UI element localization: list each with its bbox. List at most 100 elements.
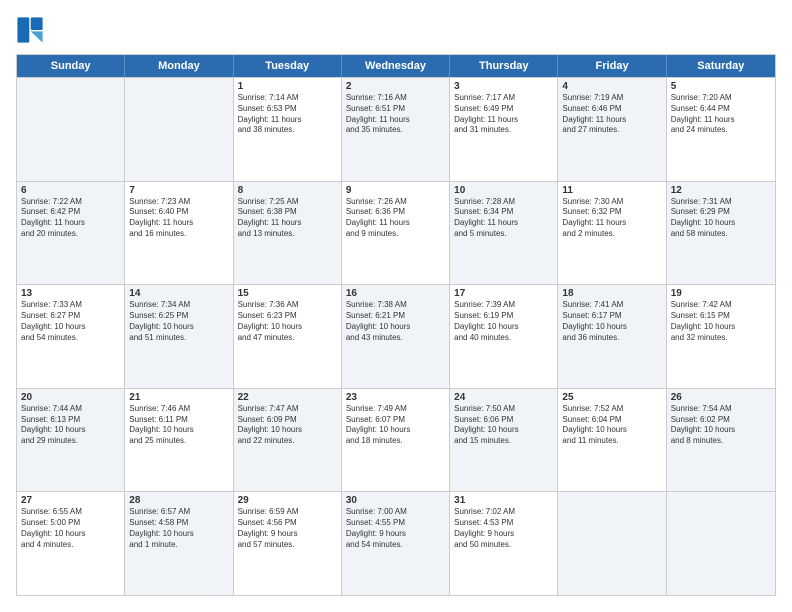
day-info: Sunrise: 7:50 AM Sunset: 6:06 PM Dayligh… — [454, 404, 553, 447]
day-info: Sunrise: 7:28 AM Sunset: 6:34 PM Dayligh… — [454, 197, 553, 240]
day-info: Sunrise: 7:44 AM Sunset: 6:13 PM Dayligh… — [21, 404, 120, 447]
cal-cell: 30Sunrise: 7:00 AM Sunset: 4:55 PM Dayli… — [342, 492, 450, 595]
calendar-week-3: 13Sunrise: 7:33 AM Sunset: 6:27 PM Dayli… — [17, 284, 775, 388]
header-day-thursday: Thursday — [450, 55, 558, 77]
day-number: 5 — [671, 81, 771, 92]
header-day-saturday: Saturday — [667, 55, 775, 77]
day-number: 6 — [21, 185, 120, 196]
day-info: Sunrise: 7:25 AM Sunset: 6:38 PM Dayligh… — [238, 197, 337, 240]
cal-cell: 2Sunrise: 7:16 AM Sunset: 6:51 PM Daylig… — [342, 78, 450, 181]
cal-cell: 19Sunrise: 7:42 AM Sunset: 6:15 PM Dayli… — [667, 285, 775, 388]
day-number: 4 — [562, 81, 661, 92]
cal-cell: 8Sunrise: 7:25 AM Sunset: 6:38 PM Daylig… — [234, 182, 342, 285]
day-number: 7 — [129, 185, 228, 196]
cal-cell — [17, 78, 125, 181]
day-number: 12 — [671, 185, 771, 196]
day-number: 11 — [562, 185, 661, 196]
day-info: Sunrise: 7:00 AM Sunset: 4:55 PM Dayligh… — [346, 507, 445, 550]
cal-cell: 24Sunrise: 7:50 AM Sunset: 6:06 PM Dayli… — [450, 389, 558, 492]
day-info: Sunrise: 7:47 AM Sunset: 6:09 PM Dayligh… — [238, 404, 337, 447]
day-info: Sunrise: 7:02 AM Sunset: 4:53 PM Dayligh… — [454, 507, 553, 550]
day-info: Sunrise: 7:49 AM Sunset: 6:07 PM Dayligh… — [346, 404, 445, 447]
cal-cell: 16Sunrise: 7:38 AM Sunset: 6:21 PM Dayli… — [342, 285, 450, 388]
day-info: Sunrise: 7:39 AM Sunset: 6:19 PM Dayligh… — [454, 300, 553, 343]
logo — [16, 16, 48, 44]
day-number: 10 — [454, 185, 553, 196]
day-info: Sunrise: 6:55 AM Sunset: 5:00 PM Dayligh… — [21, 507, 120, 550]
header-day-tuesday: Tuesday — [234, 55, 342, 77]
header — [16, 16, 776, 44]
cal-cell: 26Sunrise: 7:54 AM Sunset: 6:02 PM Dayli… — [667, 389, 775, 492]
cal-cell: 17Sunrise: 7:39 AM Sunset: 6:19 PM Dayli… — [450, 285, 558, 388]
day-info: Sunrise: 7:38 AM Sunset: 6:21 PM Dayligh… — [346, 300, 445, 343]
day-number: 31 — [454, 495, 553, 506]
day-number: 30 — [346, 495, 445, 506]
day-number: 24 — [454, 392, 553, 403]
day-info: Sunrise: 7:23 AM Sunset: 6:40 PM Dayligh… — [129, 197, 228, 240]
cal-cell: 11Sunrise: 7:30 AM Sunset: 6:32 PM Dayli… — [558, 182, 666, 285]
day-number: 22 — [238, 392, 337, 403]
cal-cell: 23Sunrise: 7:49 AM Sunset: 6:07 PM Dayli… — [342, 389, 450, 492]
day-info: Sunrise: 7:20 AM Sunset: 6:44 PM Dayligh… — [671, 93, 771, 136]
day-info: Sunrise: 6:57 AM Sunset: 4:58 PM Dayligh… — [129, 507, 228, 550]
cal-cell: 12Sunrise: 7:31 AM Sunset: 6:29 PM Dayli… — [667, 182, 775, 285]
cal-cell: 25Sunrise: 7:52 AM Sunset: 6:04 PM Dayli… — [558, 389, 666, 492]
calendar: SundayMondayTuesdayWednesdayThursdayFrid… — [16, 54, 776, 596]
day-number: 9 — [346, 185, 445, 196]
day-info: Sunrise: 7:31 AM Sunset: 6:29 PM Dayligh… — [671, 197, 771, 240]
cal-cell: 4Sunrise: 7:19 AM Sunset: 6:46 PM Daylig… — [558, 78, 666, 181]
day-info: Sunrise: 7:52 AM Sunset: 6:04 PM Dayligh… — [562, 404, 661, 447]
cal-cell: 28Sunrise: 6:57 AM Sunset: 4:58 PM Dayli… — [125, 492, 233, 595]
day-number: 23 — [346, 392, 445, 403]
day-info: Sunrise: 7:30 AM Sunset: 6:32 PM Dayligh… — [562, 197, 661, 240]
day-number: 27 — [21, 495, 120, 506]
cal-cell: 3Sunrise: 7:17 AM Sunset: 6:49 PM Daylig… — [450, 78, 558, 181]
day-number: 29 — [238, 495, 337, 506]
day-number: 8 — [238, 185, 337, 196]
day-number: 2 — [346, 81, 445, 92]
day-info: Sunrise: 7:19 AM Sunset: 6:46 PM Dayligh… — [562, 93, 661, 136]
calendar-header: SundayMondayTuesdayWednesdayThursdayFrid… — [17, 55, 775, 77]
cal-cell: 14Sunrise: 7:34 AM Sunset: 6:25 PM Dayli… — [125, 285, 233, 388]
page: SundayMondayTuesdayWednesdayThursdayFrid… — [0, 0, 792, 612]
day-number: 25 — [562, 392, 661, 403]
day-number: 21 — [129, 392, 228, 403]
day-number: 19 — [671, 288, 771, 299]
cal-cell — [667, 492, 775, 595]
day-info: Sunrise: 7:54 AM Sunset: 6:02 PM Dayligh… — [671, 404, 771, 447]
calendar-week-1: 1Sunrise: 7:14 AM Sunset: 6:53 PM Daylig… — [17, 77, 775, 181]
day-info: Sunrise: 7:14 AM Sunset: 6:53 PM Dayligh… — [238, 93, 337, 136]
cal-cell: 22Sunrise: 7:47 AM Sunset: 6:09 PM Dayli… — [234, 389, 342, 492]
day-number: 14 — [129, 288, 228, 299]
cal-cell: 1Sunrise: 7:14 AM Sunset: 6:53 PM Daylig… — [234, 78, 342, 181]
cal-cell: 15Sunrise: 7:36 AM Sunset: 6:23 PM Dayli… — [234, 285, 342, 388]
day-number: 26 — [671, 392, 771, 403]
cal-cell: 18Sunrise: 7:41 AM Sunset: 6:17 PM Dayli… — [558, 285, 666, 388]
cal-cell: 29Sunrise: 6:59 AM Sunset: 4:56 PM Dayli… — [234, 492, 342, 595]
cal-cell: 10Sunrise: 7:28 AM Sunset: 6:34 PM Dayli… — [450, 182, 558, 285]
day-info: Sunrise: 7:22 AM Sunset: 6:42 PM Dayligh… — [21, 197, 120, 240]
cal-cell: 31Sunrise: 7:02 AM Sunset: 4:53 PM Dayli… — [450, 492, 558, 595]
day-number: 15 — [238, 288, 337, 299]
day-info: Sunrise: 7:41 AM Sunset: 6:17 PM Dayligh… — [562, 300, 661, 343]
cal-cell: 6Sunrise: 7:22 AM Sunset: 6:42 PM Daylig… — [17, 182, 125, 285]
cal-cell: 7Sunrise: 7:23 AM Sunset: 6:40 PM Daylig… — [125, 182, 233, 285]
day-number: 17 — [454, 288, 553, 299]
day-number: 20 — [21, 392, 120, 403]
cal-cell: 5Sunrise: 7:20 AM Sunset: 6:44 PM Daylig… — [667, 78, 775, 181]
day-info: Sunrise: 7:33 AM Sunset: 6:27 PM Dayligh… — [21, 300, 120, 343]
logo-icon — [16, 16, 44, 44]
cal-cell: 21Sunrise: 7:46 AM Sunset: 6:11 PM Dayli… — [125, 389, 233, 492]
day-number: 28 — [129, 495, 228, 506]
day-info: Sunrise: 7:46 AM Sunset: 6:11 PM Dayligh… — [129, 404, 228, 447]
cal-cell: 20Sunrise: 7:44 AM Sunset: 6:13 PM Dayli… — [17, 389, 125, 492]
header-day-friday: Friday — [558, 55, 666, 77]
header-day-sunday: Sunday — [17, 55, 125, 77]
day-info: Sunrise: 7:34 AM Sunset: 6:25 PM Dayligh… — [129, 300, 228, 343]
calendar-week-4: 20Sunrise: 7:44 AM Sunset: 6:13 PM Dayli… — [17, 388, 775, 492]
day-info: Sunrise: 7:36 AM Sunset: 6:23 PM Dayligh… — [238, 300, 337, 343]
cal-cell: 9Sunrise: 7:26 AM Sunset: 6:36 PM Daylig… — [342, 182, 450, 285]
calendar-week-5: 27Sunrise: 6:55 AM Sunset: 5:00 PM Dayli… — [17, 491, 775, 595]
day-number: 13 — [21, 288, 120, 299]
calendar-body: 1Sunrise: 7:14 AM Sunset: 6:53 PM Daylig… — [17, 77, 775, 595]
